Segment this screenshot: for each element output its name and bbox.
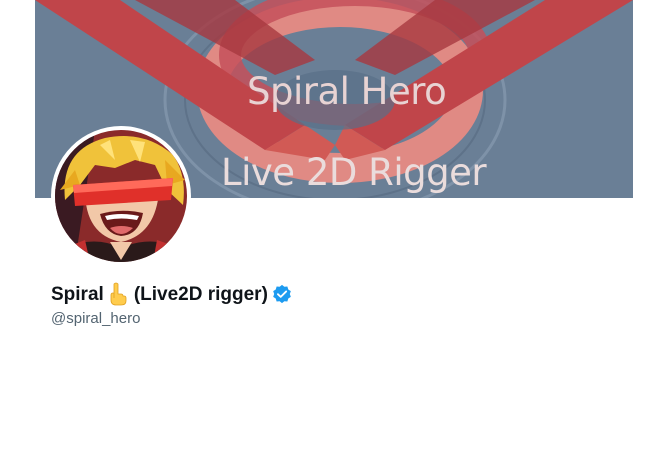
display-name-row: Spiral (Live2D rigger): [51, 282, 292, 308]
pointing-up-hand-icon: [106, 282, 128, 306]
profile-avatar[interactable]: [51, 126, 191, 266]
profile-page: Spiral Hero Live 2D Rigger Spiral (Live2…: [0, 0, 660, 455]
profile-handle: @spiral_hero: [51, 310, 141, 327]
verified-badge-icon[interactable]: [272, 284, 292, 304]
banner-title: Spiral Hero: [247, 70, 447, 113]
display-name-suffix: (Live2D rigger): [133, 284, 268, 305]
display-name: Spiral: [51, 284, 104, 305]
banner-subtitle: Live 2D Rigger: [221, 151, 487, 194]
anime-avatar-image: [55, 130, 187, 262]
